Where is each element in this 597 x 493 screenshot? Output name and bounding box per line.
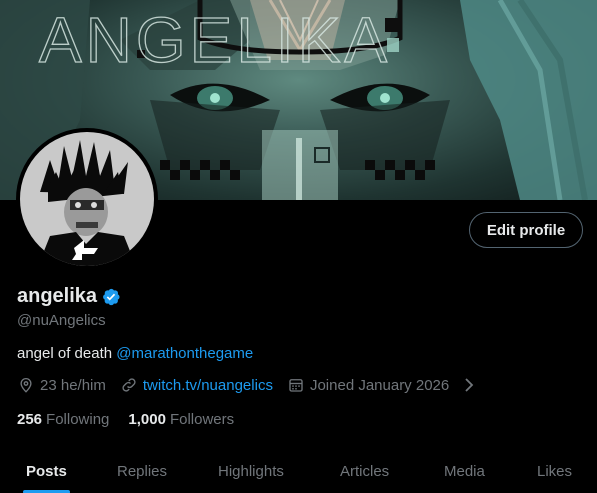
chevron-right-icon[interactable] xyxy=(460,376,478,394)
followers-label: Followers xyxy=(169,411,235,428)
svg-text:ANGELIKA: ANGELIKA xyxy=(39,4,391,76)
bio-mention-link[interactable]: @marathonthegame xyxy=(116,345,253,362)
tab-replies[interactable]: Replies xyxy=(117,463,167,480)
joined-text: Joined January 2026 xyxy=(309,376,450,394)
profile-tabs: Posts Replies Highlights Articles Media … xyxy=(0,450,597,493)
followers-link[interactable]: 1,000 Followers xyxy=(128,411,234,428)
website-link[interactable]: twitch.tv/nuangelics xyxy=(143,377,273,394)
following-link[interactable]: 256 Following xyxy=(17,411,109,428)
location-item: 23 he/him xyxy=(17,376,106,394)
tab-posts[interactable]: Posts xyxy=(26,463,67,480)
link-icon xyxy=(122,378,136,392)
following-label: Following xyxy=(46,411,110,428)
tab-highlights[interactable]: Highlights xyxy=(218,463,284,480)
bio: angel of death @marathonthegame xyxy=(17,345,253,362)
bio-text: angel of death xyxy=(17,345,117,362)
verified-badge-icon[interactable] xyxy=(101,287,121,307)
avatar-image xyxy=(20,132,154,266)
follow-stats: 256 Following 1,000 Followers xyxy=(17,411,253,428)
website-item[interactable]: twitch.tv/nuangelics xyxy=(120,376,273,394)
followers-count: 1,000 xyxy=(128,411,166,428)
tab-articles[interactable]: Articles xyxy=(340,463,389,480)
location-pin-icon xyxy=(20,378,32,393)
profile-meta: 23 he/him twitch.tv/nuangelics Joined Ja… xyxy=(17,376,492,394)
calendar-icon xyxy=(289,379,303,392)
tab-likes[interactable]: Likes xyxy=(537,463,572,480)
display-name: angelika xyxy=(17,285,98,307)
avatar[interactable] xyxy=(16,128,158,270)
location-text: 23 he/him xyxy=(40,376,106,394)
handle: @nuAngelics xyxy=(17,312,106,329)
joined-item[interactable]: Joined January 2026 xyxy=(287,376,478,394)
display-name-row: angelika xyxy=(17,285,121,308)
following-count: 256 xyxy=(17,411,43,428)
tab-media[interactable]: Media xyxy=(444,463,485,480)
banner-title-text: ANGELIKA xyxy=(38,3,391,76)
edit-profile-button[interactable]: Edit profile xyxy=(469,212,583,248)
